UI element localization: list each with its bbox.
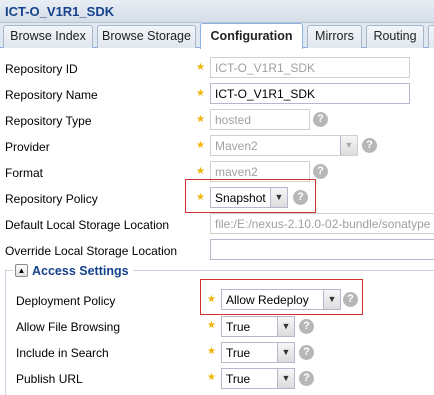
- required-star-icon: ★: [196, 62, 205, 73]
- repository-type-label: Repository Type: [5, 114, 92, 128]
- publish-url-label: Publish URL: [16, 372, 83, 386]
- required-star-icon: ★: [196, 166, 205, 177]
- provider-select: Maven2 ▼: [210, 135, 358, 156]
- chevron-down-icon[interactable]: ▼: [270, 188, 287, 207]
- help-icon[interactable]: ?: [299, 371, 314, 386]
- repository-name-input[interactable]: ICT-O_V1R1_SDK: [210, 83, 410, 104]
- help-icon[interactable]: ?: [293, 190, 308, 205]
- tab-browse-storage[interactable]: Browse Storage: [97, 25, 196, 48]
- include-in-search-value: True: [226, 346, 251, 360]
- deployment-policy-select[interactable]: Allow Redeploy ▼: [221, 289, 341, 310]
- help-icon[interactable]: ?: [313, 164, 328, 179]
- default-storage-field: file:/E:/nexus-2.10.0-02-bundle/sonatype: [210, 213, 434, 234]
- tab-configuration[interactable]: Configuration: [200, 23, 303, 49]
- repository-policy-label: Repository Policy: [5, 192, 98, 206]
- default-storage-label: Default Local Storage Location: [5, 218, 170, 232]
- chevron-down-icon[interactable]: ▼: [277, 317, 294, 336]
- help-icon[interactable]: ?: [313, 112, 328, 127]
- access-settings-legend: ▲ Access Settings: [13, 264, 133, 279]
- repository-policy-value: Snapshot: [215, 191, 266, 205]
- provider-value: Maven2: [215, 139, 258, 153]
- override-storage-input[interactable]: [210, 239, 434, 260]
- help-icon[interactable]: ?: [362, 138, 377, 153]
- window-title: ICT-O_V1R1_SDK: [0, 0, 434, 23]
- tab-strip: Browse Index Browse Storage Configuratio…: [0, 23, 434, 49]
- chevron-down-icon[interactable]: ▼: [323, 290, 340, 309]
- required-star-icon: ★: [207, 294, 216, 305]
- allow-file-browsing-value: True: [226, 320, 251, 334]
- repository-name-label: Repository Name: [5, 88, 98, 102]
- access-settings-title: Access Settings: [32, 264, 129, 278]
- collapse-icon[interactable]: ▲: [15, 264, 28, 277]
- help-icon[interactable]: ?: [299, 319, 314, 334]
- tab-routing[interactable]: Routing: [366, 25, 424, 48]
- required-star-icon: ★: [207, 372, 216, 383]
- repository-id-label: Repository ID: [5, 62, 78, 76]
- repository-policy-select[interactable]: Snapshot ▼: [210, 187, 288, 208]
- provider-label: Provider: [5, 140, 50, 154]
- format-label: Format: [5, 166, 44, 180]
- repository-type-field: hosted: [210, 109, 310, 130]
- required-star-icon: ★: [196, 140, 205, 151]
- tab-overflow[interactable]: [428, 25, 434, 48]
- allow-file-browsing-select[interactable]: True ▼: [221, 316, 295, 337]
- repository-id-field: ICT-O_V1R1_SDK: [210, 57, 410, 78]
- required-star-icon: ★: [207, 320, 216, 331]
- include-in-search-select[interactable]: True ▼: [221, 342, 295, 363]
- deployment-policy-label: Deployment Policy: [16, 294, 116, 308]
- help-icon[interactable]: ?: [299, 345, 314, 360]
- tab-browse-index[interactable]: Browse Index: [3, 25, 93, 48]
- override-storage-label: Override Local Storage Location: [5, 244, 178, 258]
- required-star-icon: ★: [196, 192, 205, 203]
- tab-mirrors[interactable]: Mirrors: [307, 25, 362, 48]
- chevron-down-icon: ▼: [340, 136, 357, 155]
- include-in-search-label: Include in Search: [16, 346, 109, 360]
- help-icon[interactable]: ?: [343, 292, 358, 307]
- required-star-icon: ★: [207, 346, 216, 357]
- configuration-panel: Repository ID ★ ICT-O_V1R1_SDK Repositor…: [0, 48, 434, 395]
- deployment-policy-value: Allow Redeploy: [226, 293, 309, 307]
- publish-url-select[interactable]: True ▼: [221, 368, 295, 389]
- required-star-icon: ★: [196, 88, 205, 99]
- required-star-icon: ★: [196, 114, 205, 125]
- publish-url-value: True: [226, 372, 251, 386]
- allow-file-browsing-label: Allow File Browsing: [16, 320, 121, 334]
- chevron-down-icon[interactable]: ▼: [277, 369, 294, 388]
- chevron-down-icon[interactable]: ▼: [277, 343, 294, 362]
